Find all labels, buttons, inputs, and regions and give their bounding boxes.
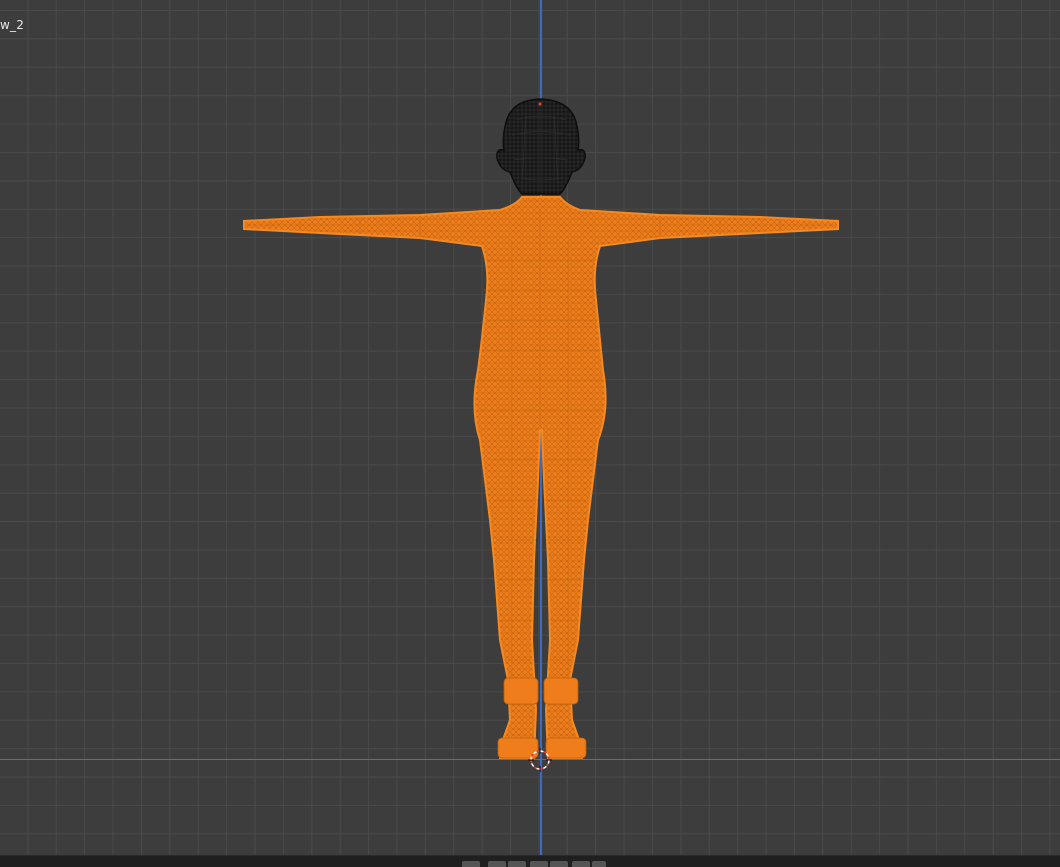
head-mesh[interactable] — [496, 98, 586, 195]
jump-forward-button[interactable] — [550, 861, 568, 867]
keyframe-button[interactable] — [592, 861, 606, 867]
character-mesh[interactable] — [0, 0, 1060, 855]
play-button[interactable] — [530, 861, 548, 867]
3d-cursor-icon[interactable] — [528, 748, 552, 772]
play-reverse-button[interactable] — [508, 861, 526, 867]
frame-end-button[interactable] — [572, 861, 590, 867]
3d-viewport[interactable]: w_2 — [0, 0, 1060, 855]
body-mesh[interactable] — [243, 196, 839, 759]
jump-back-button[interactable] — [488, 861, 506, 867]
timeline-bar — [0, 855, 1060, 867]
frame-start-button[interactable] — [462, 861, 480, 867]
